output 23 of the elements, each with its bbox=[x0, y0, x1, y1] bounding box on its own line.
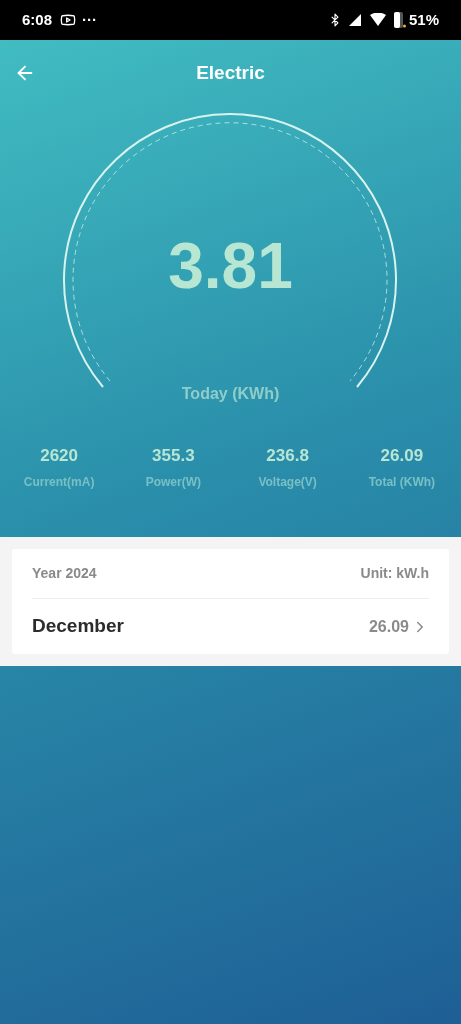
month-row[interactable]: December 26.09 bbox=[32, 599, 429, 654]
stat-value: 2620 bbox=[40, 445, 79, 467]
stat-label: Total (KWh) bbox=[368, 473, 436, 491]
month-value: 26.09 bbox=[368, 616, 409, 637]
page-title: Electric bbox=[196, 60, 265, 85]
month-name: December bbox=[32, 614, 124, 639]
battery-icon bbox=[393, 12, 406, 28]
status-time: 6:08 bbox=[22, 9, 53, 30]
wifi-icon bbox=[369, 13, 386, 27]
stat-value: 26.09 bbox=[380, 445, 424, 467]
year-label: Year 2024 bbox=[32, 564, 97, 583]
more-notifications: ··· bbox=[82, 9, 98, 30]
stat-value: 355.3 bbox=[152, 445, 195, 467]
battery-percent: 51% bbox=[408, 9, 439, 30]
today-energy-value: 3.81 bbox=[168, 234, 293, 298]
stat-label: Voltage(V) bbox=[258, 473, 317, 491]
signal-icon bbox=[347, 13, 362, 27]
stat-label: Current(mA) bbox=[23, 473, 95, 491]
today-energy-label: Today (KWh) bbox=[181, 384, 280, 404]
stat-value: 236.8 bbox=[266, 445, 309, 467]
video-app-icon bbox=[60, 12, 77, 28]
unit-label: Unit: kW.h bbox=[360, 564, 429, 583]
stat-label: Power(W) bbox=[145, 473, 202, 491]
